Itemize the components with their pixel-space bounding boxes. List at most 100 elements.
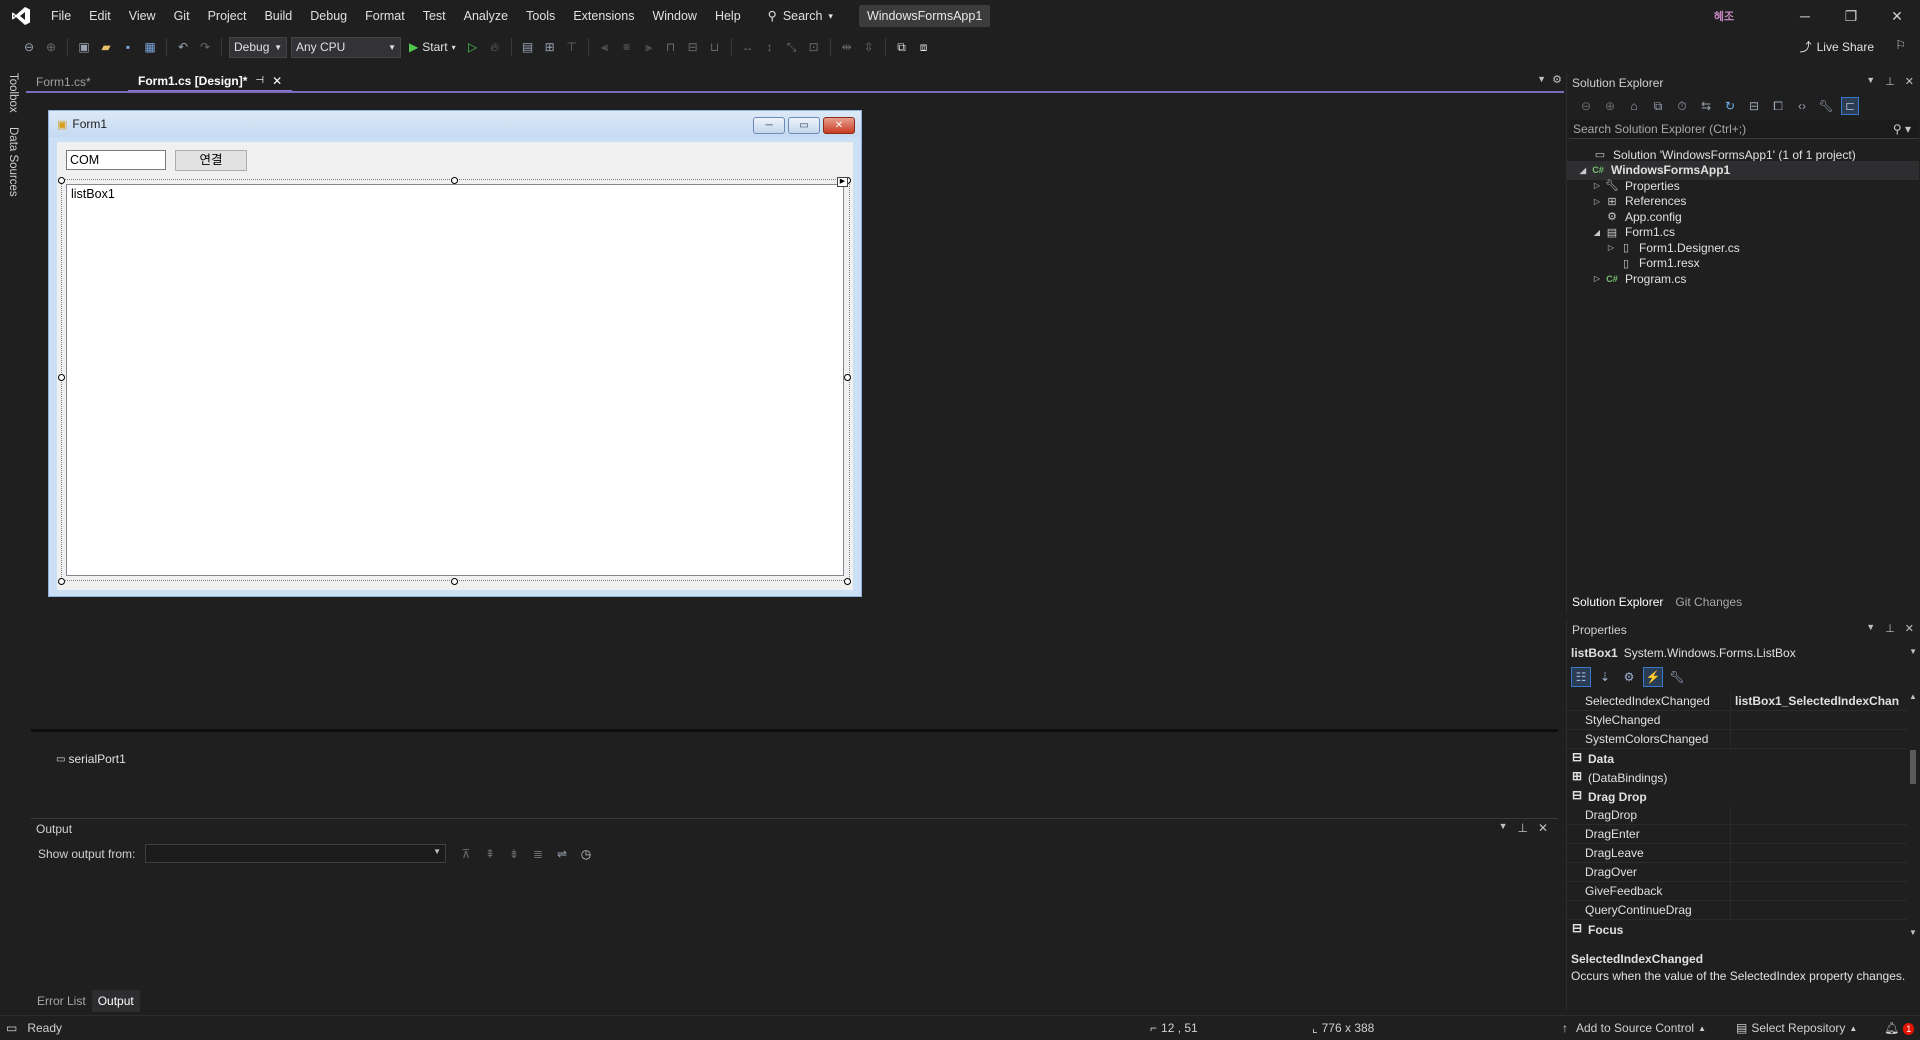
- menu-item[interactable]: Test: [414, 0, 455, 32]
- settings-gear-icon[interactable]: ⚙: [1552, 73, 1562, 86]
- clear-all-icon[interactable]: ≣: [529, 845, 547, 863]
- collapse-box-icon[interactable]: ⊟: [1571, 751, 1583, 763]
- tree-item[interactable]: ▷ C# Program.cs: [1567, 269, 1919, 288]
- solution-configuration-select[interactable]: Debug ▼: [229, 36, 287, 58]
- expander-arrow-icon[interactable]: ▷: [1605, 243, 1617, 252]
- navigate-forward-icon[interactable]: ⊕: [42, 38, 60, 56]
- next-message-icon[interactable]: ⇟: [505, 845, 523, 863]
- pin-icon[interactable]: ⊣: [255, 71, 264, 91]
- menu-item[interactable]: Edit: [80, 0, 120, 32]
- events-lightning-icon[interactable]: ⚡: [1643, 667, 1663, 687]
- tab-error-list[interactable]: Error List: [31, 990, 92, 1012]
- property-grid-scrollbar[interactable]: ▲ ▼: [1907, 692, 1919, 938]
- timestamp-clock-icon[interactable]: ◷: [577, 845, 595, 863]
- com-port-textbox[interactable]: COM: [66, 150, 166, 170]
- redo-icon[interactable]: ↷: [196, 38, 214, 56]
- property-value[interactable]: [1731, 711, 1907, 730]
- minimize-button[interactable]: ─: [1782, 0, 1828, 32]
- notifications-button[interactable]: 🔔︎ 1: [1884, 1016, 1915, 1040]
- output-source-select[interactable]: ▼: [145, 844, 446, 863]
- properties-icon[interactable]: ⚙: [1619, 667, 1639, 687]
- property-row[interactable]: DragOver: [1567, 863, 1907, 882]
- add-to-source-control-button[interactable]: ↑ Add to Source Control ▲: [1562, 1016, 1706, 1040]
- align-rights-icon[interactable]: ⫸: [640, 38, 658, 56]
- start-debugging-button[interactable]: ▶ Start ▾: [405, 40, 460, 54]
- navigate-back-icon[interactable]: ⊖: [20, 38, 38, 56]
- make-same-size-icon[interactable]: ⤡: [783, 38, 801, 56]
- tab-overflow-chevron-icon[interactable]: ▼: [1537, 74, 1546, 84]
- property-row[interactable]: StyleChanged: [1567, 711, 1907, 730]
- live-share-button[interactable]: ⤴ Live Share: [1800, 38, 1874, 55]
- undo-icon[interactable]: ↶: [174, 38, 192, 56]
- menu-item[interactable]: Help: [706, 0, 750, 32]
- word-wrap-icon[interactable]: ⇌: [553, 845, 571, 863]
- categorized-icon[interactable]: ☷: [1571, 667, 1591, 687]
- select-repository-button[interactable]: ▤ Select Repository ▲: [1736, 1016, 1857, 1040]
- start-without-debugging-icon[interactable]: ▷: [464, 38, 482, 56]
- align-centers-icon[interactable]: ≡: [618, 38, 636, 56]
- tab-solution-explorer[interactable]: Solution Explorer: [1567, 592, 1668, 612]
- property-category-row[interactable]: ⊟ Data: [1567, 749, 1907, 768]
- menu-item[interactable]: Debug: [301, 0, 356, 32]
- close-window-button[interactable]: ✕: [1874, 0, 1920, 32]
- object-selector[interactable]: listBox1 System.Windows.Forms.ListBox ▼: [1571, 644, 1917, 662]
- collapse-box-icon[interactable]: ⊟: [1571, 922, 1583, 934]
- collapse-box-icon[interactable]: ⊟: [1571, 789, 1583, 801]
- property-value[interactable]: [1731, 863, 1907, 882]
- form-design-window[interactable]: ▣ Form1 ─ ▭ ✕ COM 연결 listBox1 ▶: [48, 110, 862, 597]
- search-menu[interactable]: ⚲ Search ▾: [758, 5, 843, 27]
- close-icon[interactable]: ✕: [1905, 622, 1914, 635]
- horizontal-spacing-icon[interactable]: ⇹: [838, 38, 856, 56]
- property-category-row[interactable]: ⊟ Drag Drop: [1567, 787, 1907, 806]
- save-icon[interactable]: ▪: [119, 38, 137, 56]
- align-lefts-icon[interactable]: ⫷: [596, 38, 614, 56]
- resize-handle[interactable]: [451, 578, 458, 585]
- switch-views-icon[interactable]: ⧉: [1649, 97, 1667, 115]
- property-row[interactable]: QueryContinueDrag: [1567, 901, 1907, 920]
- serial-port-component[interactable]: ▭ serialPort1: [56, 752, 126, 766]
- property-value[interactable]: listBox1_SelectedIndexChan: [1731, 692, 1907, 711]
- resize-handle[interactable]: [58, 374, 65, 381]
- vertical-spacing-icon[interactable]: ⇳: [860, 38, 878, 56]
- size-to-grid-icon[interactable]: ⊡: [805, 38, 823, 56]
- panel-menu-chevron-icon[interactable]: ▼: [1866, 75, 1875, 88]
- sync-with-document-icon[interactable]: ⇆: [1697, 97, 1715, 115]
- align-middles-icon[interactable]: ⊟: [684, 38, 702, 56]
- property-pages-wrench-icon[interactable]: 🔧︎: [1667, 667, 1687, 687]
- collapse-all-icon[interactable]: ⊟: [1745, 97, 1763, 115]
- align-to-grid-icon[interactable]: ⊤: [563, 38, 581, 56]
- property-row[interactable]: SelectedIndexChanged listBox1_SelectedInd…: [1567, 692, 1907, 711]
- send-to-back-icon[interactable]: ⧈: [915, 38, 933, 56]
- property-row[interactable]: GiveFeedback: [1567, 882, 1907, 901]
- property-row[interactable]: DragDrop: [1567, 806, 1907, 825]
- scrollbar-thumb[interactable]: [1910, 750, 1916, 784]
- view-designer-icon[interactable]: ⊏: [1841, 97, 1859, 115]
- align-tops-icon[interactable]: ⊓: [662, 38, 680, 56]
- browse-icon[interactable]: ▤: [519, 38, 537, 56]
- close-icon[interactable]: ✕: [1905, 75, 1914, 88]
- refresh-icon[interactable]: ↻: [1721, 97, 1739, 115]
- property-value[interactable]: [1731, 825, 1907, 844]
- property-value[interactable]: [1731, 730, 1907, 749]
- pin-icon[interactable]: ⊥: [1517, 821, 1527, 835]
- bring-to-front-icon[interactable]: ⧉: [893, 38, 911, 56]
- menu-item[interactable]: Tools: [517, 0, 564, 32]
- new-project-icon[interactable]: ▣: [75, 38, 93, 56]
- property-category-row[interactable]: ⊞ (DataBindings): [1567, 768, 1907, 787]
- expander-arrow-icon[interactable]: ◢: [1591, 228, 1603, 237]
- open-file-icon[interactable]: ▰: [97, 38, 115, 56]
- tab-output[interactable]: Output: [91, 990, 140, 1012]
- align-bottoms-icon[interactable]: ⊔: [706, 38, 724, 56]
- property-value[interactable]: [1731, 844, 1907, 863]
- menu-item[interactable]: File: [42, 0, 80, 32]
- smart-tag-arrow-icon[interactable]: ▶: [837, 177, 848, 187]
- output-text-area[interactable]: [39, 874, 1539, 984]
- menu-item[interactable]: Git: [165, 0, 199, 32]
- panel-menu-chevron-icon[interactable]: ▼: [1866, 622, 1875, 635]
- scroll-up-arrow-icon[interactable]: ▲: [1909, 692, 1917, 701]
- properties-wrench-icon[interactable]: 🔧︎: [1817, 97, 1835, 115]
- feedback-icon[interactable]: ⚐: [1895, 38, 1906, 52]
- tab-form1-designer[interactable]: Form1.cs [Design]* ⊣ ✕: [128, 71, 293, 92]
- listbox[interactable]: listBox1: [66, 184, 844, 576]
- connect-button[interactable]: 연결: [175, 150, 247, 171]
